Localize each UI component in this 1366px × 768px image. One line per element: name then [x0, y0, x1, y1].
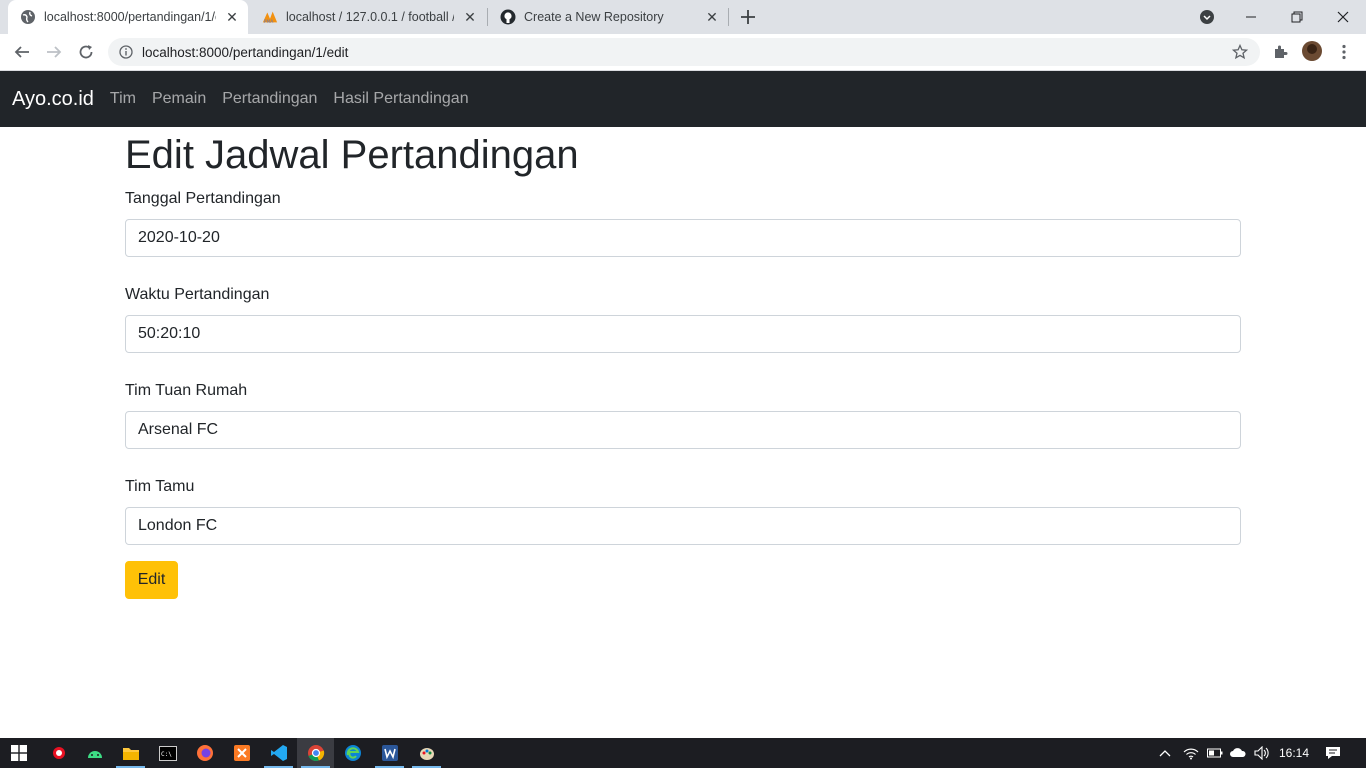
windows-taskbar: C:\ 16:14	[0, 738, 1366, 768]
browser-tab-strip: localhost:8000/pertandingan/1/e ✕ PMA lo…	[0, 0, 1366, 34]
back-icon[interactable]	[8, 38, 36, 66]
field-label: Waktu Pertandingan	[125, 286, 270, 303]
extensions-icon[interactable]	[1266, 38, 1294, 66]
phpmyadmin-icon: PMA	[262, 9, 278, 25]
tim-tamu-input[interactable]: London FC	[125, 507, 1241, 545]
url-text: localhost:8000/pertandingan/1/edit	[142, 44, 349, 60]
profile-avatar[interactable]	[1302, 41, 1322, 61]
wifi-icon[interactable]	[1182, 738, 1200, 768]
nav-link-tim[interactable]: Tim	[110, 90, 136, 108]
tab-title: Create a New Repository	[524, 10, 664, 24]
nav-link-pertandingan[interactable]: Pertandingan	[222, 90, 317, 108]
close-tab-icon[interactable]: ✕	[222, 7, 242, 27]
waktu-pertandingan-input[interactable]: 50:20:10	[125, 315, 1241, 353]
svg-text:PMA: PMA	[264, 19, 274, 25]
github-icon	[500, 9, 516, 25]
form-group-tanggal: Tanggal Pertandingan 2020-10-20	[125, 189, 1241, 257]
brand-link[interactable]: Ayo.co.id	[12, 88, 94, 111]
field-label: Tim Tuan Rumah	[125, 382, 248, 399]
field-label: Tim Tamu	[125, 478, 195, 495]
close-tab-icon[interactable]: ✕	[460, 7, 480, 27]
nav-link-hasil-pertandingan[interactable]: Hasil Pertandingan	[333, 90, 468, 108]
edge-icon[interactable]	[334, 738, 371, 768]
xampp-icon[interactable]	[223, 738, 260, 768]
globe-icon	[20, 9, 36, 25]
page-title: Edit Jadwal Pertandingan	[125, 133, 579, 177]
word-icon[interactable]	[371, 738, 408, 768]
browser-tab-active[interactable]: localhost:8000/pertandingan/1/e ✕	[8, 0, 248, 34]
bookmark-star-icon[interactable]	[1231, 43, 1249, 65]
site-navbar: Ayo.co.id Tim Pemain Pertandingan Hasil …	[0, 71, 1366, 127]
browser-tab-phpmyadmin[interactable]: PMA localhost / 127.0.0.1 / football / h…	[250, 0, 486, 34]
clock-text[interactable]: 16:14	[1276, 738, 1312, 768]
tab-title: localhost:8000/pertandingan/1/e	[44, 10, 216, 24]
address-bar[interactable]: localhost:8000/pertandingan/1/edit	[108, 38, 1260, 66]
command-prompt-icon[interactable]: C:\	[149, 738, 186, 768]
form-group-tamu: Tim Tamu London FC	[125, 477, 1241, 545]
browser-tab-github[interactable]: Create a New Repository ✕	[488, 0, 728, 34]
form-group-tuan-rumah: Tim Tuan Rumah Arsenal FC	[125, 381, 1241, 449]
battery-icon[interactable]	[1206, 738, 1224, 768]
close-tab-icon[interactable]: ✕	[702, 7, 722, 27]
paint-icon[interactable]	[408, 738, 445, 768]
notifications-icon[interactable]	[1322, 738, 1344, 768]
svg-text:C:\: C:\	[161, 751, 172, 758]
info-icon[interactable]	[118, 44, 134, 60]
main-content: Edit Jadwal Pertandingan Tanggal Pertand…	[125, 127, 1241, 599]
browser-toolbar: localhost:8000/pertandingan/1/edit	[0, 34, 1366, 71]
chrome-icon[interactable]	[297, 738, 334, 768]
forward-icon[interactable]	[40, 38, 68, 66]
vscode-icon[interactable]	[260, 738, 297, 768]
tab-title: localhost / 127.0.0.1 / football / h	[286, 10, 454, 24]
tab-search-icon[interactable]	[1184, 0, 1230, 34]
tim-tuan-rumah-input[interactable]: Arsenal FC	[125, 411, 1241, 449]
nav-link-pemain[interactable]: Pemain	[152, 90, 206, 108]
new-tab-button[interactable]	[736, 5, 760, 29]
minimize-icon[interactable]	[1228, 0, 1274, 34]
android-studio-icon[interactable]	[76, 738, 113, 768]
firefox-icon[interactable]	[186, 738, 223, 768]
menu-dots-icon[interactable]	[1330, 38, 1358, 66]
restore-icon[interactable]	[1274, 0, 1320, 34]
field-label: Tanggal Pertandingan	[125, 190, 281, 207]
edit-button[interactable]: Edit	[125, 561, 178, 599]
windows-start-icon[interactable]	[0, 738, 37, 768]
tray-chevron-up-icon[interactable]	[1156, 738, 1174, 768]
file-explorer-icon[interactable]	[112, 738, 149, 768]
onedrive-icon[interactable]	[1229, 738, 1247, 768]
volume-icon[interactable]	[1252, 738, 1272, 768]
close-window-icon[interactable]	[1320, 0, 1366, 34]
tanggal-pertandingan-input[interactable]: 2020-10-20	[125, 219, 1241, 257]
form-group-waktu: Waktu Pertandingan 50:20:10	[125, 285, 1241, 353]
snipping-tool-icon[interactable]	[40, 738, 77, 768]
tab-separator	[728, 8, 729, 26]
reload-icon[interactable]	[72, 38, 100, 66]
